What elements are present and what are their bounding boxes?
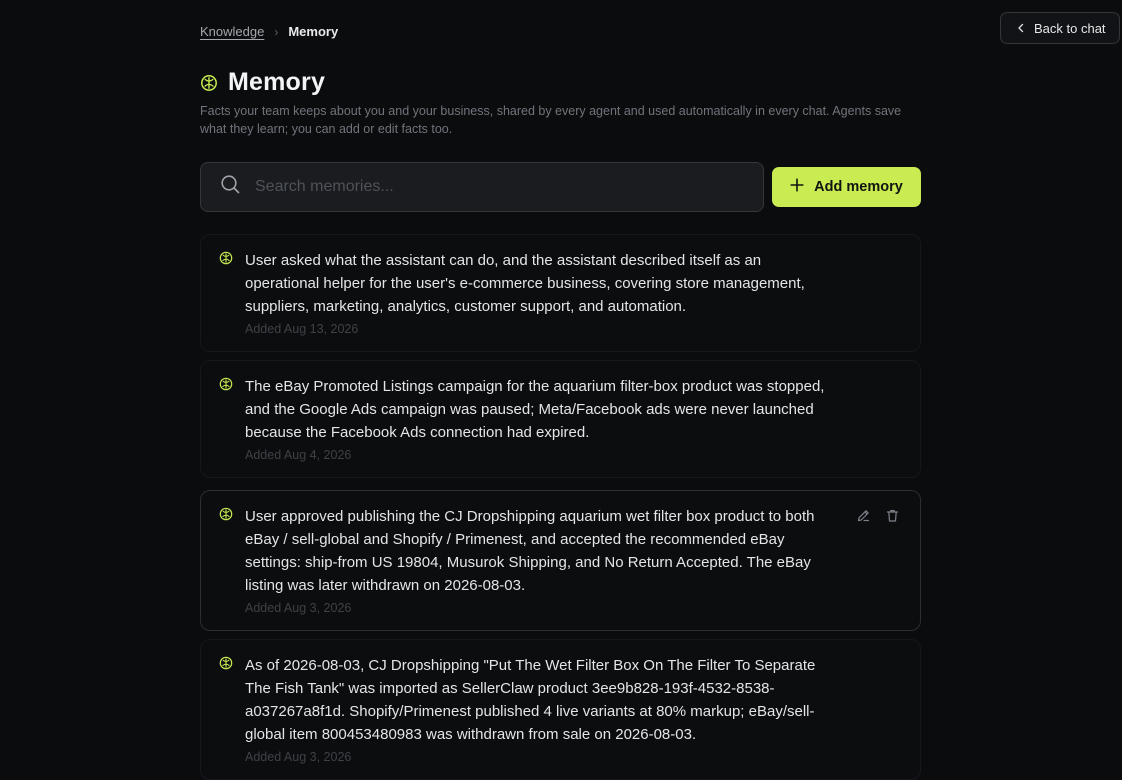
- memory-card: The eBay Promoted Listings campaign for …: [200, 360, 921, 478]
- memory-date: Added Aug 4, 2026: [245, 448, 352, 462]
- back-to-chat-button[interactable]: Back to chat: [1000, 12, 1120, 44]
- memory-text: User approved publishing the CJ Dropship…: [245, 508, 815, 594]
- breadcrumb-knowledge-link[interactable]: Knowledge: [200, 24, 264, 39]
- brain-icon: [200, 74, 218, 92]
- brain-icon: [219, 377, 233, 391]
- trash-icon[interactable]: [885, 508, 900, 523]
- add-memory-button[interactable]: Add memory: [772, 167, 921, 207]
- brain-icon: [219, 251, 233, 265]
- pencil-icon[interactable]: [856, 508, 871, 523]
- memory-list: User asked what the assistant can do, an…: [200, 234, 921, 780]
- memory-date: Added Aug 13, 2026: [245, 322, 359, 336]
- search-box: [200, 162, 764, 212]
- memory-card: As of 2026-08-03, CJ Dropshipping "Put T…: [200, 639, 921, 780]
- brain-icon: [219, 656, 233, 670]
- memory-card: User asked what the assistant can do, an…: [200, 234, 921, 352]
- search-input[interactable]: [255, 178, 735, 196]
- memory-card: User approved publishing the CJ Dropship…: [200, 490, 921, 631]
- memory-actions: [856, 508, 900, 523]
- memory-date: Added Aug 3, 2026: [245, 601, 352, 615]
- memory-page: Back to chat Knowledge › Memory Memory F…: [0, 0, 1122, 780]
- memory-text: The eBay Promoted Listings campaign for …: [245, 378, 825, 441]
- breadcrumb: Knowledge › Memory: [200, 24, 338, 39]
- breadcrumb-separator-icon: ›: [274, 24, 279, 39]
- memory-text: As of 2026-08-03, CJ Dropshipping "Put T…: [245, 657, 816, 743]
- chevron-left-icon: [1016, 21, 1026, 36]
- brain-icon: [219, 507, 233, 521]
- search-icon: [220, 174, 241, 200]
- memory-date: Added Aug 3, 2026: [245, 750, 352, 764]
- plus-icon: [790, 178, 804, 196]
- page-subtitle: Facts your team keeps about you and your…: [200, 104, 902, 136]
- page-header: Memory: [200, 68, 325, 97]
- memory-text: User asked what the assistant can do, an…: [245, 252, 805, 315]
- add-memory-label: Add memory: [814, 179, 903, 195]
- page-title: Memory: [228, 68, 326, 96]
- breadcrumb-current: Memory: [288, 24, 339, 39]
- back-to-chat-label: Back to chat: [1034, 20, 1106, 36]
